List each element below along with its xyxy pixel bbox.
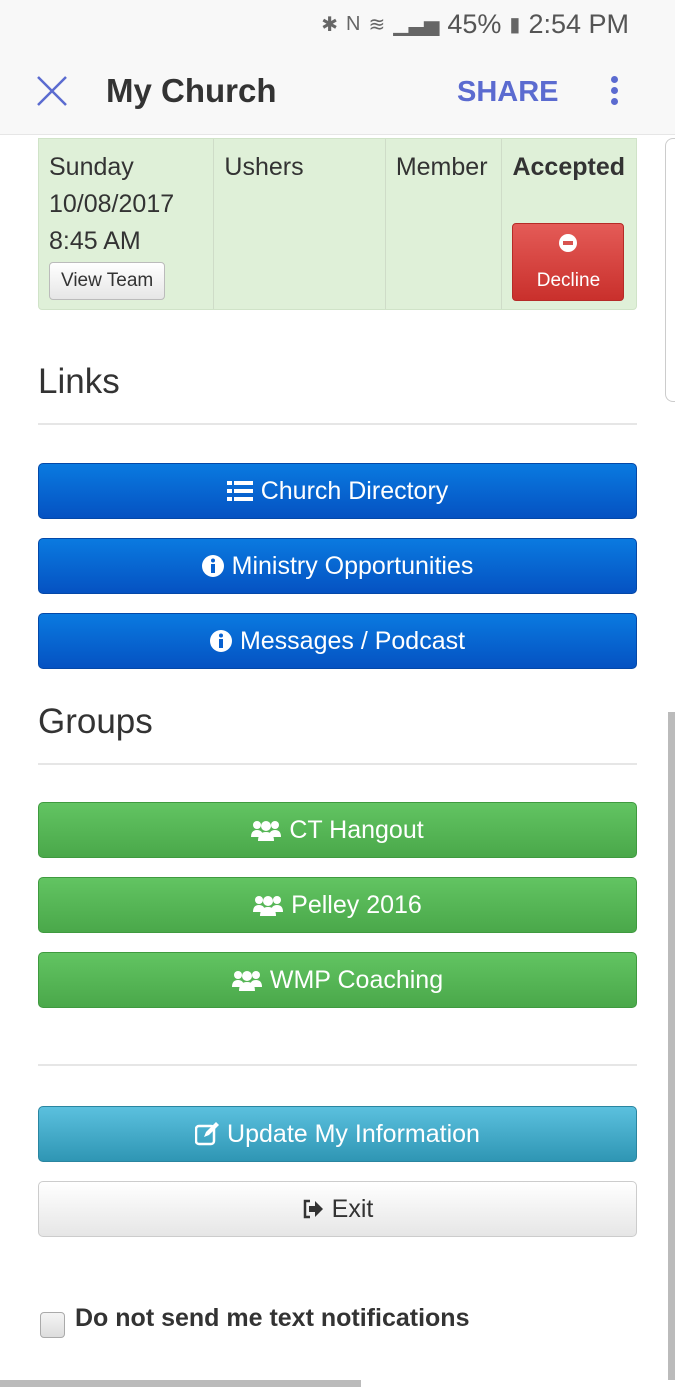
more-options-icon[interactable]	[608, 76, 620, 106]
minus-circle-icon	[559, 234, 578, 252]
team-cell: Ushers	[214, 139, 386, 309]
groups-heading: Groups	[38, 702, 153, 741]
button-label: WMP Coaching	[269, 965, 444, 994]
status-cell: Accepted Decline	[502, 139, 636, 309]
horizontal-scrollbar[interactable]	[0, 1380, 361, 1387]
date-cell: Sunday 10/08/2017 8:45 AM View Team	[39, 139, 215, 309]
button-label: Update My Information	[227, 1119, 480, 1148]
sign-out-icon	[303, 1199, 323, 1219]
info-icon	[201, 555, 224, 577]
decline-label: Decline	[536, 270, 601, 291]
schedule-time: 8:45 AM	[49, 227, 141, 255]
battery-icon: ▮	[509, 13, 521, 36]
schedule-row: Sunday 10/08/2017 8:45 AM View Team Ushe…	[38, 138, 637, 310]
page-title: My Church	[106, 72, 277, 109]
divider	[38, 423, 637, 425]
edit-icon	[195, 1122, 220, 1146]
divider	[38, 1064, 637, 1066]
side-panel-edge	[665, 138, 675, 402]
clock: 2:54 PM	[528, 8, 629, 39]
schedule-day: Sunday	[49, 153, 134, 181]
divider	[38, 763, 637, 765]
update-info-button[interactable]: Update My Information	[38, 1106, 637, 1162]
app-toolbar: My Church SHARE	[0, 48, 675, 135]
decline-button[interactable]: Decline	[512, 223, 625, 301]
close-icon[interactable]	[36, 75, 68, 107]
button-label: Messages / Podcast	[239, 626, 466, 655]
button-label: Church Directory	[260, 476, 449, 505]
button-label: Ministry Opportunities	[231, 551, 474, 580]
ministry-opportunities-button[interactable]: Ministry Opportunities	[38, 538, 637, 594]
group-ct-hangout-button[interactable]: CT Hangout	[38, 802, 637, 858]
button-label: CT Hangout	[289, 815, 424, 844]
role-cell: Member	[386, 139, 503, 309]
button-label: Exit	[331, 1194, 374, 1223]
status-text: Accepted	[512, 153, 625, 181]
schedule-date: 10/08/2017	[49, 190, 175, 218]
exit-button[interactable]: Exit	[38, 1181, 637, 1237]
list-icon	[226, 481, 253, 501]
vertical-scrollbar[interactable]	[668, 712, 675, 1380]
bluetooth-icon: ✱	[321, 13, 338, 36]
status-bar: ✱ N ≋ ▁▃▅ 45% ▮ 2:54 PM	[0, 0, 675, 48]
no-text-notifications-label: Do not send me text notifications	[75, 1304, 470, 1332]
users-icon	[251, 821, 282, 841]
share-button[interactable]: SHARE	[457, 76, 559, 109]
battery-level: 45%	[447, 8, 502, 39]
view-team-button[interactable]: View Team	[49, 262, 166, 300]
group-wmp-coaching-button[interactable]: WMP Coaching	[38, 952, 637, 1008]
info-icon	[209, 630, 232, 652]
signal-icon: ▁▃▅	[393, 13, 440, 36]
button-label: Pelley 2016	[291, 890, 422, 919]
wifi-icon: ≋	[368, 13, 386, 36]
no-text-notifications-checkbox[interactable]	[40, 1312, 65, 1338]
messages-podcast-button[interactable]: Messages / Podcast	[38, 613, 637, 669]
group-pelley-2016-button[interactable]: Pelley 2016	[38, 877, 637, 933]
users-icon	[231, 971, 262, 991]
users-icon	[253, 896, 284, 916]
links-heading: Links	[38, 362, 120, 401]
church-directory-button[interactable]: Church Directory	[38, 463, 637, 519]
nfc-icon: N	[346, 12, 361, 35]
